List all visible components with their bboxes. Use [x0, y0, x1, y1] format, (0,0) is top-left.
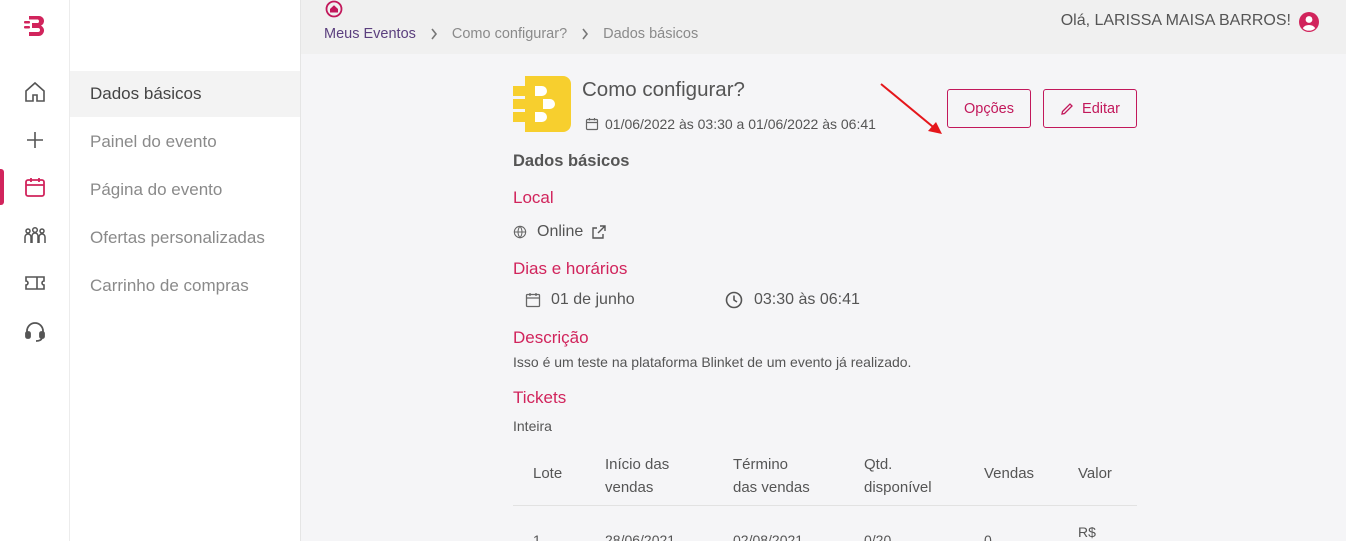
cell-valor: R$ [1078, 524, 1096, 540]
pencil-icon [1061, 102, 1073, 115]
calendar-icon [585, 118, 599, 131]
column-header-vendas: Vendas [984, 465, 1035, 482]
table-row: 1 28/06/2021 02/08/2021 0/20 0 R$ [513, 517, 1137, 541]
rail-events[interactable] [0, 167, 70, 207]
event-title: Como configurar? [582, 78, 745, 101]
section-title-local: Local [513, 188, 554, 207]
user-greeting[interactable]: Olá, LARISSA MAISA BARROS! [1061, 12, 1291, 30]
column-header-valor: Valor [1078, 465, 1112, 482]
main-content: Como configurar? 01/06/2022 às 03:30 a 0… [301, 54, 1346, 541]
sidebar-item-ofertas-personalizadas[interactable]: Ofertas personalizadas [70, 215, 300, 261]
sidebar-item-dados-basicos[interactable]: Dados básicos [70, 71, 300, 117]
calendar-icon [525, 293, 541, 308]
sidebar-item-pagina-do-evento[interactable]: Página do evento [70, 167, 300, 213]
cell-vendas: 0 [984, 532, 992, 541]
rail-participants[interactable] [0, 216, 70, 256]
calendar-icon [25, 178, 45, 197]
clock-icon [725, 291, 743, 309]
local-value: Online [537, 223, 584, 240]
column-header-inicio-vendas: Início das vendas [605, 456, 670, 496]
user-avatar-icon[interactable] [1298, 11, 1320, 33]
breadcrumb-meus-eventos[interactable]: Meus Eventos [324, 26, 416, 42]
chevron-right-icon [431, 28, 437, 40]
top-header: Meus Eventos Como configurar? Dados bási… [301, 0, 1346, 54]
opcoes-button[interactable]: Opções [947, 89, 1031, 128]
schedule-time: 03:30 às 06:41 [754, 291, 860, 308]
breadcrumb: Meus Eventos Como configurar? Dados bási… [324, 26, 698, 42]
cell-qtd: 0/20 [864, 532, 892, 541]
icon-rail [0, 0, 70, 541]
column-header-lote: Lote [533, 465, 563, 482]
event-date-range: 01/06/2022 às 03:30 a 01/06/2022 às 06:4… [585, 116, 876, 132]
cell-termino: 02/08/2021 [733, 532, 804, 541]
cell-inicio: 28/06/2021 [605, 532, 676, 541]
event-sidebar: Dados básicos Painel do evento Página do… [70, 0, 301, 541]
description-text: Isso é um teste na plataforma Blinket de… [513, 354, 912, 370]
ticket-icon [25, 276, 45, 290]
rail-tickets[interactable] [0, 263, 70, 303]
opcoes-button-label: Opções [964, 100, 1014, 117]
schedule-day: 01 de junho [551, 291, 635, 308]
rail-home[interactable] [0, 72, 70, 112]
external-link-icon[interactable] [591, 224, 607, 240]
schedule-time-row: 03:30 às 06:41 [725, 291, 860, 309]
sidebar-item-label: Dados básicos [90, 84, 202, 103]
event-logo-icon [513, 76, 571, 132]
editar-button-label: Editar [1082, 100, 1120, 117]
breadcrumb-como-configurar[interactable]: Como configurar? [452, 26, 567, 42]
local-row: Online [513, 223, 607, 241]
red-arrow-annotation [880, 83, 942, 134]
home-circle-icon[interactable] [325, 0, 343, 18]
home-icon [25, 81, 45, 102]
ticket-type-label: Inteira [513, 418, 552, 434]
rail-support[interactable] [0, 311, 70, 351]
sidebar-item-carrinho-de-compras[interactable]: Carrinho de compras [70, 263, 300, 309]
schedule-day-row: 01 de junho [525, 291, 635, 309]
rail-create[interactable] [0, 120, 70, 160]
section-heading-dados-basicos: Dados básicos [513, 152, 630, 170]
tickets-table-header: Lote Início das vendas Término das venda… [513, 444, 1137, 506]
sidebar-item-label: Ofertas personalizadas [90, 228, 265, 247]
column-header-qtd-disponivel: Qtd. disponível [864, 456, 932, 496]
date-range-text: 01/06/2022 às 03:30 a 01/06/2022 às 06:4… [605, 116, 876, 132]
sidebar-item-label: Painel do evento [90, 132, 217, 151]
headset-icon [25, 322, 45, 342]
breadcrumb-dados-basicos: Dados básicos [603, 26, 699, 42]
column-header-termino-vendas: Término das vendas [733, 456, 810, 496]
globe-icon [513, 225, 527, 239]
plus-icon [27, 132, 43, 148]
sidebar-item-label: Página do evento [90, 180, 223, 199]
section-title-dias-horarios: Dias e horários [513, 259, 628, 278]
cell-lote: 1 [533, 532, 541, 541]
editar-button[interactable]: Editar [1043, 89, 1137, 128]
section-title-descricao: Descrição [513, 328, 589, 347]
chevron-right-icon [582, 28, 589, 40]
section-title-tickets: Tickets [513, 388, 567, 407]
sidebar-item-painel-do-evento[interactable]: Painel do evento [70, 119, 300, 165]
people-icon [24, 226, 46, 243]
sidebar-item-label: Carrinho de compras [90, 276, 249, 295]
blinket-logo-icon[interactable] [24, 12, 48, 38]
